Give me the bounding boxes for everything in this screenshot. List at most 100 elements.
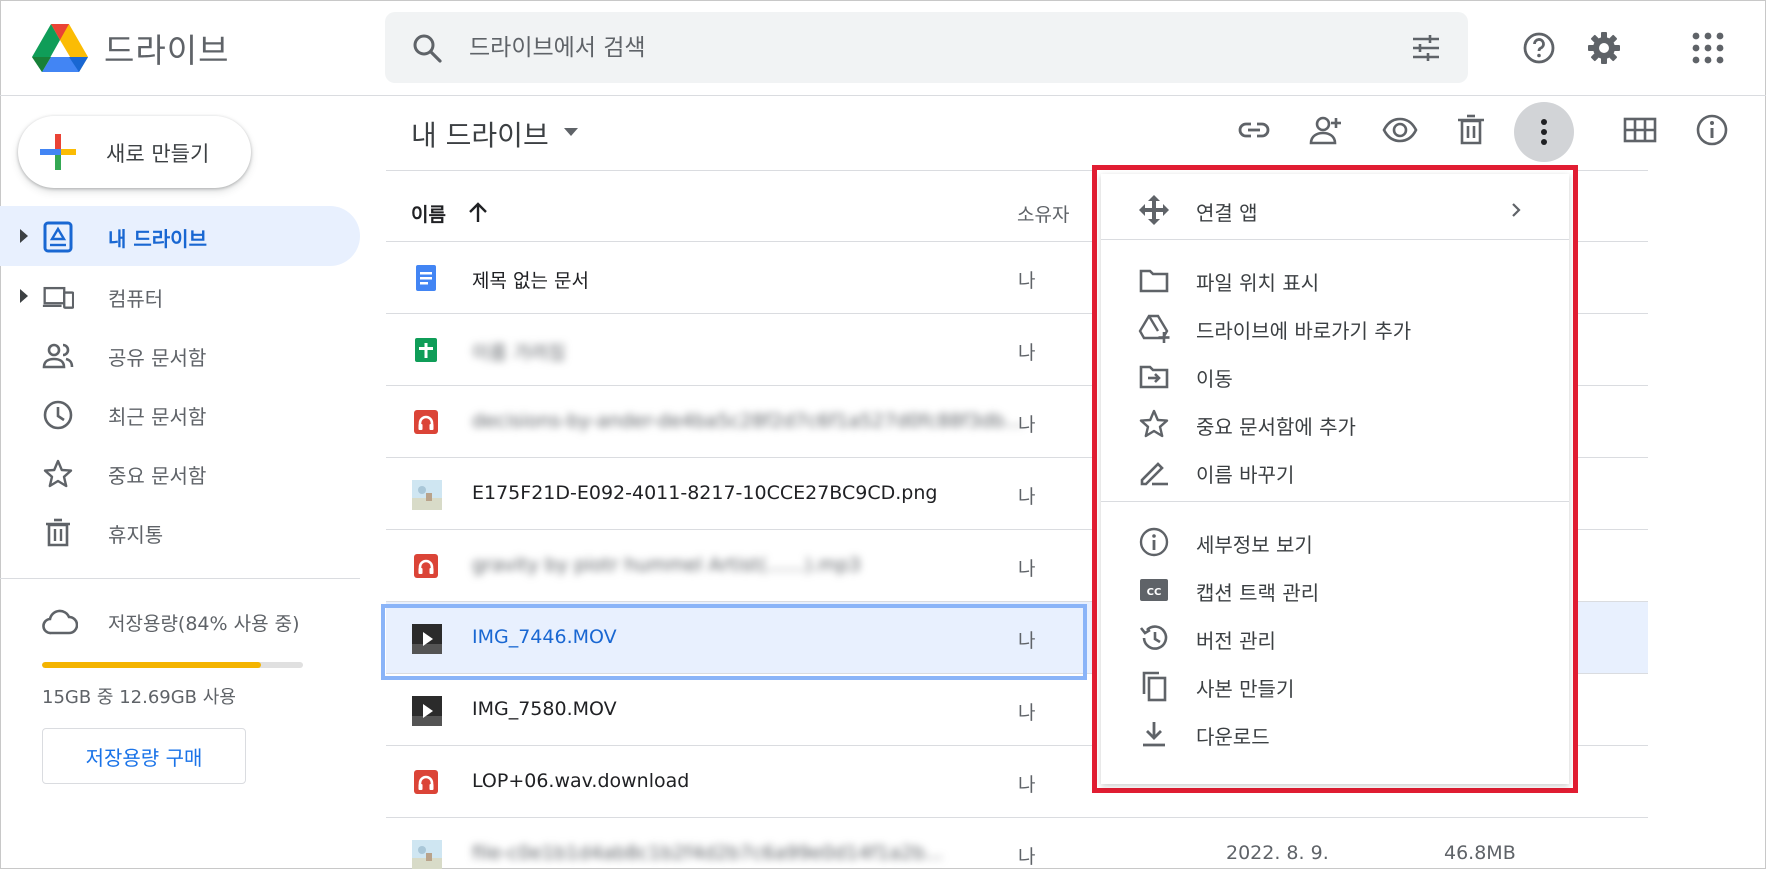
search-bar[interactable]: [385, 12, 1468, 83]
column-header-name[interactable]: 이름: [411, 200, 446, 227]
menu-item-folder[interactable]: 파일 위치 표시: [1101, 256, 1569, 302]
menu-separator: [1101, 501, 1569, 502]
info-icon[interactable]: [1694, 112, 1730, 148]
rename-icon: [1138, 456, 1170, 488]
preview-eye-icon[interactable]: [1382, 112, 1418, 148]
file-owner: 나: [1018, 774, 1036, 796]
file-name[interactable]: decisions-by-ander-de4ba5c28f2d7c6f1a527…: [472, 410, 1024, 432]
storage-label: 저장용량(84% 사용 중): [108, 613, 300, 635]
storage-usage-bar: [42, 662, 303, 668]
sidebar-item-shared[interactable]: 공유 문서함: [0, 325, 360, 385]
sidebar-item-label: 컴퓨터: [108, 287, 164, 311]
star-icon: [42, 458, 74, 490]
context-menu-panel: 연결 앱파일 위치 표시드라이브에 바로가기 추가이동중요 문서함에 추가이름 …: [1101, 174, 1569, 784]
plus-icon: [40, 134, 76, 170]
search-input[interactable]: [469, 12, 1369, 83]
menu-item-label: 중요 문서함에 추가: [1196, 415, 1356, 439]
chevron-right-icon: [1509, 201, 1523, 219]
menu-item-info[interactable]: 세부정보 보기: [1101, 518, 1569, 564]
menu-item-captions[interactable]: CC 캡션 트랙 관리: [1101, 566, 1569, 612]
info-icon: [1138, 526, 1170, 558]
sidebar-item-recent[interactable]: 최근 문서함: [0, 384, 360, 444]
new-button[interactable]: 새로 만들기: [18, 116, 251, 188]
sidebar-item-computers[interactable]: 컴퓨터: [0, 266, 360, 326]
file-size: 46.8MB: [1444, 842, 1516, 864]
sort-up-arrow-icon[interactable]: [467, 200, 489, 224]
breadcrumb[interactable]: 내 드라이브: [411, 114, 549, 154]
menu-item-label: 이름 바꾸기: [1196, 463, 1295, 487]
menu-item-label: 연결 앱: [1196, 201, 1258, 225]
drive-logo[interactable]: [32, 24, 88, 74]
menu-item-rename[interactable]: 이름 바꾸기: [1101, 448, 1569, 494]
search-options-icon[interactable]: [1410, 32, 1442, 64]
menu-item-label: 드라이브에 바로가기 추가: [1196, 319, 1412, 343]
menu-item-open-with[interactable]: 연결 앱: [1101, 186, 1569, 232]
menu-item-label: 버전 관리: [1196, 629, 1276, 653]
sidebar-item-label: 내 드라이브: [108, 227, 207, 251]
storage-usage-fill: [42, 662, 262, 668]
file-name[interactable]: 이름 가려짐: [472, 338, 565, 365]
top-bar: 드라이브: [0, 0, 1766, 96]
trash-icon: [42, 517, 74, 549]
menu-item-label: 세부정보 보기: [1196, 533, 1313, 557]
delete-trash-icon[interactable]: [1453, 112, 1489, 148]
expand-caret-icon[interactable]: [18, 288, 30, 304]
buy-storage-button[interactable]: 저장용량 구매: [42, 728, 246, 784]
expand-caret-icon[interactable]: [18, 228, 30, 244]
column-header-owner[interactable]: 소유자: [1017, 200, 1069, 227]
menu-item-label: 파일 위치 표시: [1196, 271, 1320, 295]
cloud-icon: [42, 607, 78, 637]
video-file-icon: [412, 696, 442, 726]
sidebar-item-starred[interactable]: 중요 문서함: [0, 443, 360, 503]
more-actions-button[interactable]: [1514, 102, 1574, 162]
menu-item-add-shortcut[interactable]: 드라이브에 바로가기 추가: [1101, 304, 1569, 350]
menu-item-label: 사본 만들기: [1196, 677, 1295, 701]
doc-file-icon: [412, 264, 440, 292]
file-owner: 나: [1018, 486, 1036, 508]
app-title: 드라이브: [104, 31, 230, 70]
context-menu: 연결 앱파일 위치 표시드라이브에 바로가기 추가이동중요 문서함에 추가이름 …: [1092, 165, 1578, 793]
menu-item-star[interactable]: 중요 문서함에 추가: [1101, 400, 1569, 446]
apps-grid-icon[interactable]: [1690, 30, 1726, 66]
menu-item-copy[interactable]: 사본 만들기: [1101, 662, 1569, 708]
history-icon: [1138, 622, 1170, 654]
link-icon[interactable]: [1236, 112, 1272, 148]
sidebar-item-trash[interactable]: 휴지통: [0, 502, 360, 562]
file-name[interactable]: 제목 없는 문서: [472, 266, 589, 293]
new-button-label: 새로 만들기: [106, 142, 210, 166]
image-file-icon: [412, 480, 442, 510]
help-icon[interactable]: [1521, 30, 1557, 66]
file-name[interactable]: gravity by piotr hummel Artist(……).mp3: [472, 554, 861, 576]
settings-gear-icon[interactable]: [1586, 30, 1622, 66]
move-icon: [1138, 360, 1170, 392]
share-add-person-icon[interactable]: [1308, 112, 1344, 148]
folder-icon: [1138, 264, 1170, 296]
audio-file-icon: [412, 768, 440, 796]
my-drive-icon: [42, 221, 74, 253]
file-name[interactable]: E175F21D-E092-4011-8217-10CCE27BC9CD.png: [472, 482, 937, 504]
search-icon[interactable]: [411, 32, 443, 64]
file-owner: 나: [1018, 630, 1036, 652]
sidebar-divider: [0, 578, 360, 579]
file-name[interactable]: LOP+06.wav.download: [472, 770, 689, 792]
chevron-down-icon[interactable]: [563, 126, 579, 138]
clock-icon: [42, 399, 74, 431]
menu-item-download[interactable]: 다운로드: [1101, 710, 1569, 756]
menu-item-label: 캡션 트랙 관리: [1196, 581, 1320, 605]
file-name[interactable]: file-c0e1b1d4ab8c1b2f4d2b7c6a99e0d14f1a2…: [472, 842, 943, 864]
file-row[interactable]: file-c0e1b1d4ab8c1b2f4d2b7c6a99e0d14f1a2…: [386, 818, 1648, 869]
sidebar-item-my-drive[interactable]: 내 드라이브: [0, 206, 360, 266]
copy-icon: [1138, 670, 1170, 702]
menu-item-history[interactable]: 버전 관리: [1101, 614, 1569, 660]
sheet-file-icon: [412, 336, 440, 364]
captions-icon: CC: [1138, 574, 1170, 606]
svg-text:CC: CC: [1147, 587, 1162, 598]
file-name[interactable]: IMG_7580.MOV: [472, 698, 617, 720]
menu-item-move[interactable]: 이동: [1101, 352, 1569, 398]
file-name[interactable]: IMG_7446.MOV: [472, 626, 617, 648]
menu-separator: [1101, 239, 1569, 240]
file-owner: 나: [1018, 846, 1036, 868]
file-owner: 나: [1018, 414, 1036, 436]
grid-view-icon[interactable]: [1622, 112, 1658, 148]
file-owner: 나: [1018, 702, 1036, 724]
